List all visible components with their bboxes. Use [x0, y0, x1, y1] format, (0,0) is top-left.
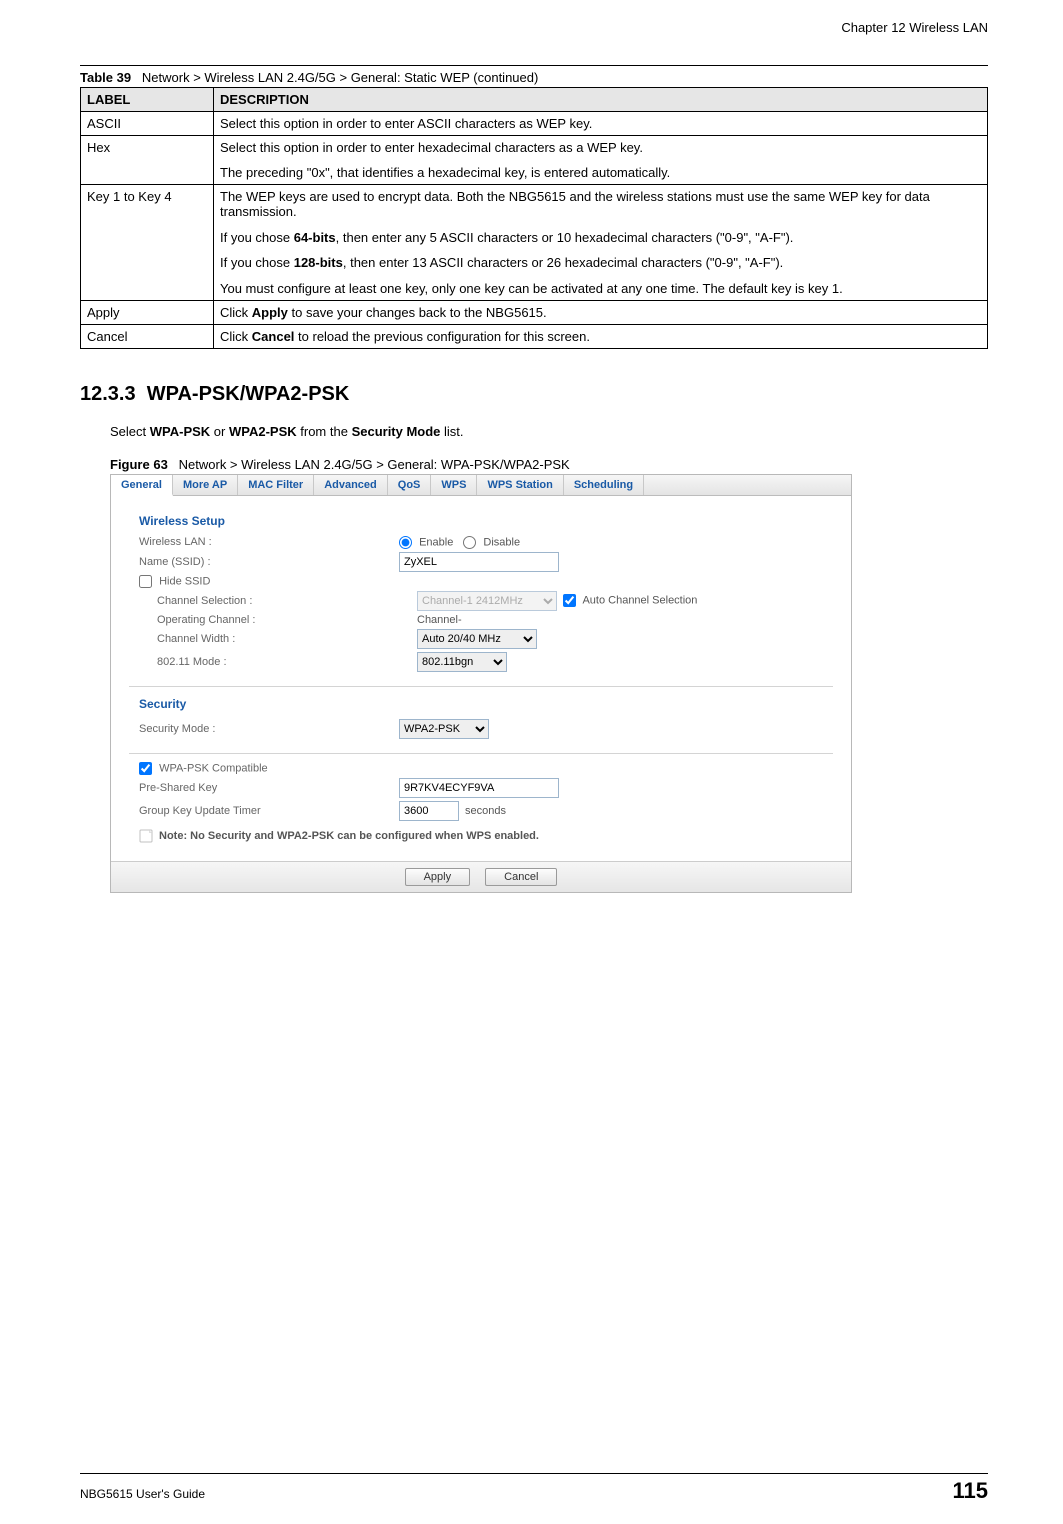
note-row: Note: No Security and WPA2-PSK can be co…	[139, 829, 833, 843]
cell-desc: The WEP keys are used to encrypt data. B…	[214, 185, 988, 300]
cell-label: ASCII	[81, 112, 214, 136]
section-heading: 12.3.3 WPA-PSK/WPA2-PSK	[80, 383, 988, 406]
wep-table: LABEL DESCRIPTION ASCIISelect this optio…	[80, 87, 988, 349]
label-seconds: seconds	[465, 805, 506, 817]
security-title: Security	[139, 697, 833, 711]
value-operating-channel: Channel-	[417, 614, 462, 626]
cell-desc: Click Apply to save your changes back to…	[214, 300, 988, 324]
tab-advanced[interactable]: Advanced	[314, 475, 388, 495]
divider	[129, 686, 833, 687]
page-footer: NBG5615 User's Guide 115	[80, 1473, 988, 1504]
button-bar: Apply Cancel	[111, 861, 851, 892]
label-psk: Pre-Shared Key	[139, 782, 399, 794]
channel-width-select[interactable]: Auto 20/40 MHz	[417, 629, 537, 649]
checkbox-wpa-compat[interactable]: WPA-PSK Compatible	[139, 762, 399, 775]
tab-wps-station[interactable]: WPS Station	[477, 475, 563, 495]
cell-label: Apply	[81, 300, 214, 324]
tab-scheduling[interactable]: Scheduling	[564, 475, 644, 495]
cell-desc: Click Cancel to reload the previous conf…	[214, 324, 988, 348]
cell-label: Hex	[81, 136, 214, 185]
table-row: CancelClick Cancel to reload the previou…	[81, 324, 988, 348]
section-body: Select WPA-PSK or WPA2-PSK from the Secu…	[110, 424, 988, 439]
note-icon	[139, 829, 153, 843]
chapter-header: Chapter 12 Wireless LAN	[80, 20, 988, 35]
cell-label: Cancel	[81, 324, 214, 348]
channel-select[interactable]: Channel-1 2412MHz	[417, 591, 557, 611]
footer-guide: NBG5615 User's Guide	[80, 1487, 205, 1501]
label-ssid: Name (SSID) :	[139, 556, 399, 568]
checkbox-auto-channel[interactable]: Auto Channel Selection	[563, 594, 697, 607]
tab-wps[interactable]: WPS	[431, 475, 477, 495]
group-timer-input[interactable]	[399, 801, 459, 821]
figure-screenshot: GeneralMore APMAC FilterAdvancedQoSWPSWP…	[110, 474, 852, 893]
tab-qos[interactable]: QoS	[388, 475, 432, 495]
label-operating-channel: Operating Channel :	[139, 614, 417, 626]
label-security-mode: Security Mode :	[139, 723, 399, 735]
footer-page-number: 115	[953, 1478, 989, 1504]
cell-label: Key 1 to Key 4	[81, 185, 214, 300]
apply-button[interactable]: Apply	[405, 868, 471, 886]
label-channel-width: Channel Width :	[139, 633, 417, 645]
tab-bar: GeneralMore APMAC FilterAdvancedQoSWPSWP…	[111, 475, 851, 496]
table-row: ApplyClick Apply to save your changes ba…	[81, 300, 988, 324]
radio-enable[interactable]: Enable	[399, 536, 453, 549]
table-row: HexSelect this option in order to enter …	[81, 136, 988, 185]
figure-caption: Figure 63 Network > Wireless LAN 2.4G/5G…	[110, 457, 988, 472]
table-row: ASCIISelect this option in order to ente…	[81, 112, 988, 136]
radio-disable[interactable]: Disable	[463, 536, 520, 549]
cancel-button[interactable]: Cancel	[485, 868, 557, 886]
tab-mac-filter[interactable]: MAC Filter	[238, 475, 314, 495]
psk-input[interactable]	[399, 778, 559, 798]
label-group-timer: Group Key Update Timer	[139, 805, 399, 817]
th-desc: DESCRIPTION	[214, 88, 988, 112]
wireless-setup-title: Wireless Setup	[139, 514, 833, 528]
cell-desc: Select this option in order to enter ASC…	[214, 112, 988, 136]
label-channel-selection: Channel Selection :	[139, 595, 417, 607]
tab-more-ap[interactable]: More AP	[173, 475, 238, 495]
security-mode-select[interactable]: WPA2-PSK	[399, 719, 489, 739]
table-row: Key 1 to Key 4The WEP keys are used to e…	[81, 185, 988, 300]
ssid-input[interactable]	[399, 552, 559, 572]
table-caption: Table 39 Network > Wireless LAN 2.4G/5G …	[80, 70, 988, 85]
header-rule	[80, 65, 988, 66]
divider	[129, 753, 833, 754]
tab-general[interactable]: General	[111, 475, 173, 496]
label-wlan: Wireless LAN :	[139, 536, 399, 548]
label-80211-mode: 802.11 Mode :	[139, 656, 417, 668]
cell-desc: Select this option in order to enter hex…	[214, 136, 988, 185]
checkbox-hide-ssid[interactable]: Hide SSID	[139, 575, 399, 588]
th-label: LABEL	[81, 88, 214, 112]
mode-select[interactable]: 802.11bgn	[417, 652, 507, 672]
